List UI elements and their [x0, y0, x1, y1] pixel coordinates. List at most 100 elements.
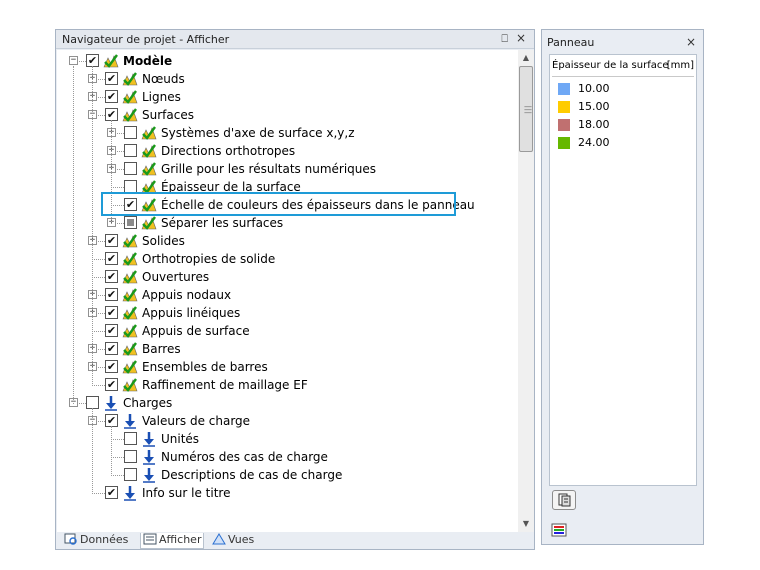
tree-item[interactable]: + ✔ Appuis linéiques: [57, 304, 518, 322]
tree-item[interactable]: + ✔ Solides: [57, 232, 518, 250]
tree-checkbox[interactable]: ✔: [105, 90, 118, 103]
model-icon: [122, 323, 138, 339]
scroll-down-arrow-icon[interactable]: ▼: [518, 516, 534, 532]
tree-connector: [111, 187, 124, 188]
tree-checkbox[interactable]: ✔: [105, 324, 118, 337]
display-tab-icon: [143, 533, 157, 545]
tab-label: Données: [80, 533, 129, 546]
tree-item-label: Info sur le titre: [142, 486, 231, 500]
tree-item-label: Ouvertures: [142, 270, 210, 284]
legend-swatch: [558, 119, 570, 131]
tree-item[interactable]: + Systèmes d'axe de surface x,y,z: [57, 124, 518, 142]
tree-item[interactable]: + Grille pour les résultats numériques: [57, 160, 518, 178]
panel-settings-icon: [558, 493, 571, 507]
tree-checkbox[interactable]: ✔: [105, 72, 118, 85]
tree-item[interactable]: − Charges: [57, 394, 518, 412]
tree-item-label: Surfaces: [142, 108, 194, 122]
tab-afficher[interactable]: Afficher: [140, 533, 205, 549]
legend-swatch: [558, 101, 570, 113]
model-icon: [122, 71, 138, 87]
tree-checkbox[interactable]: [124, 162, 137, 175]
tree-item[interactable]: + ✔ Barres: [57, 340, 518, 358]
navigator-title: Navigateur de projet - Afficher: [62, 33, 230, 46]
tree-checkbox[interactable]: ✔: [124, 198, 137, 211]
tree-checkbox[interactable]: ✔: [105, 360, 118, 373]
tree-checkbox[interactable]: ✔: [105, 234, 118, 247]
tree-guide-line: [92, 408, 93, 494]
tree-item-label: Directions orthotropes: [161, 144, 296, 158]
tree-item[interactable]: ✔ Raffinement de maillage EF: [57, 376, 518, 394]
tree-checkbox[interactable]: ✔: [105, 342, 118, 355]
tree-item[interactable]: + ✔ Appuis nodaux: [57, 286, 518, 304]
tree-item[interactable]: Descriptions de cas de charge: [57, 466, 518, 484]
tab-données[interactable]: Données: [64, 533, 128, 549]
tree-checkbox[interactable]: ✔: [105, 306, 118, 319]
tree-item-label: Appuis nodaux: [142, 288, 232, 302]
tree-item-label: Nœuds: [142, 72, 185, 86]
panel-body: Épaisseur de la surface [mm] 10.00 15.00 1…: [549, 54, 697, 486]
tree-item[interactable]: − ✔ Surfaces: [57, 106, 518, 124]
panel-settings-button[interactable]: [552, 490, 576, 510]
tree-connector: [92, 277, 105, 278]
scrollbar-grip-icon: — — —: [524, 102, 532, 117]
tree-item[interactable]: Épaisseur de la surface: [57, 178, 518, 196]
tree-connector: [92, 385, 105, 386]
tree-item[interactable]: ✔ Info sur le titre: [57, 484, 518, 502]
color-scale-tab-icon[interactable]: [550, 522, 568, 538]
navigator-close-icon[interactable]: ×: [516, 31, 526, 45]
tree-item-label: Lignes: [142, 90, 181, 104]
load-arrow-icon: [141, 431, 157, 447]
tree-item[interactable]: ✔ Appuis de surface: [57, 322, 518, 340]
tree-item[interactable]: + Séparer les surfaces: [57, 214, 518, 232]
vertical-scrollbar[interactable]: ▲ — — — ▼: [518, 50, 534, 532]
scrollbar-thumb[interactable]: — — —: [519, 66, 533, 152]
tree-item-label: Échelle de couleurs des épaisseurs dans …: [161, 198, 475, 212]
tree-item[interactable]: Unités: [57, 430, 518, 448]
legend-swatch: [558, 83, 570, 95]
tree-checkbox[interactable]: [124, 126, 137, 139]
collapse-minus-icon[interactable]: −: [69, 56, 78, 65]
tree-checkbox[interactable]: ✔: [105, 486, 118, 499]
tree-item[interactable]: Numéros des cas de charge: [57, 448, 518, 466]
tree-item[interactable]: + Directions orthotropes: [57, 142, 518, 160]
tree-checkbox[interactable]: ✔: [105, 378, 118, 391]
tree-item-label: Raffinement de maillage EF: [142, 378, 308, 392]
tree-item[interactable]: + ✔ Ensembles de barres: [57, 358, 518, 376]
tree-connector: [111, 457, 124, 458]
pin-icon[interactable]: ⎕: [501, 32, 508, 46]
load-arrow-icon: [141, 467, 157, 483]
scroll-up-arrow-icon[interactable]: ▲: [518, 50, 534, 66]
model-icon: [141, 161, 157, 177]
tree-item-label: Orthotropies de solide: [142, 252, 276, 266]
tree-checkbox[interactable]: [124, 432, 137, 445]
tree-item[interactable]: ✔ Échelle de couleurs des épaisseurs dans…: [57, 196, 518, 214]
tree-checkbox[interactable]: ✔: [105, 288, 118, 301]
tree-checkbox[interactable]: [124, 144, 137, 157]
tree-checkbox[interactable]: [124, 216, 137, 229]
tree-item[interactable]: ✔ Orthotropies de solide: [57, 250, 518, 268]
panel-close-icon[interactable]: ×: [686, 35, 696, 49]
tree-checkbox[interactable]: ✔: [105, 270, 118, 283]
tree-item[interactable]: − ✔ Valeurs de charge: [57, 412, 518, 430]
model-icon: [141, 179, 157, 195]
tree-item[interactable]: ✔ Ouvertures: [57, 268, 518, 286]
tree-checkbox[interactable]: ✔: [105, 252, 118, 265]
tree-item[interactable]: + ✔ Nœuds: [57, 70, 518, 88]
tree-connector: [92, 259, 105, 260]
tree-item-label: Valeurs de charge: [142, 414, 251, 428]
panel-window: Panneau × Épaisseur de la surface [mm] 1…: [541, 29, 704, 545]
tree-item-label: Appuis de surface: [142, 324, 250, 338]
legend-value: 10.00: [578, 82, 610, 95]
tree-connector: [111, 439, 124, 440]
tree-item[interactable]: + ✔ Lignes: [57, 88, 518, 106]
tree-item-label: Appuis linéiques: [142, 306, 241, 320]
model-icon: [122, 251, 138, 267]
tree-checkbox[interactable]: [124, 180, 137, 193]
legend-value: 15.00: [578, 100, 610, 113]
tree-item[interactable]: − ✔ Modèle: [57, 52, 518, 70]
tree-checkbox[interactable]: [124, 468, 137, 481]
tab-vues[interactable]: Vues: [212, 533, 254, 549]
model-icon: [141, 125, 157, 141]
tree-checkbox[interactable]: [124, 450, 137, 463]
panel-title-bar: Panneau ×: [542, 30, 703, 52]
